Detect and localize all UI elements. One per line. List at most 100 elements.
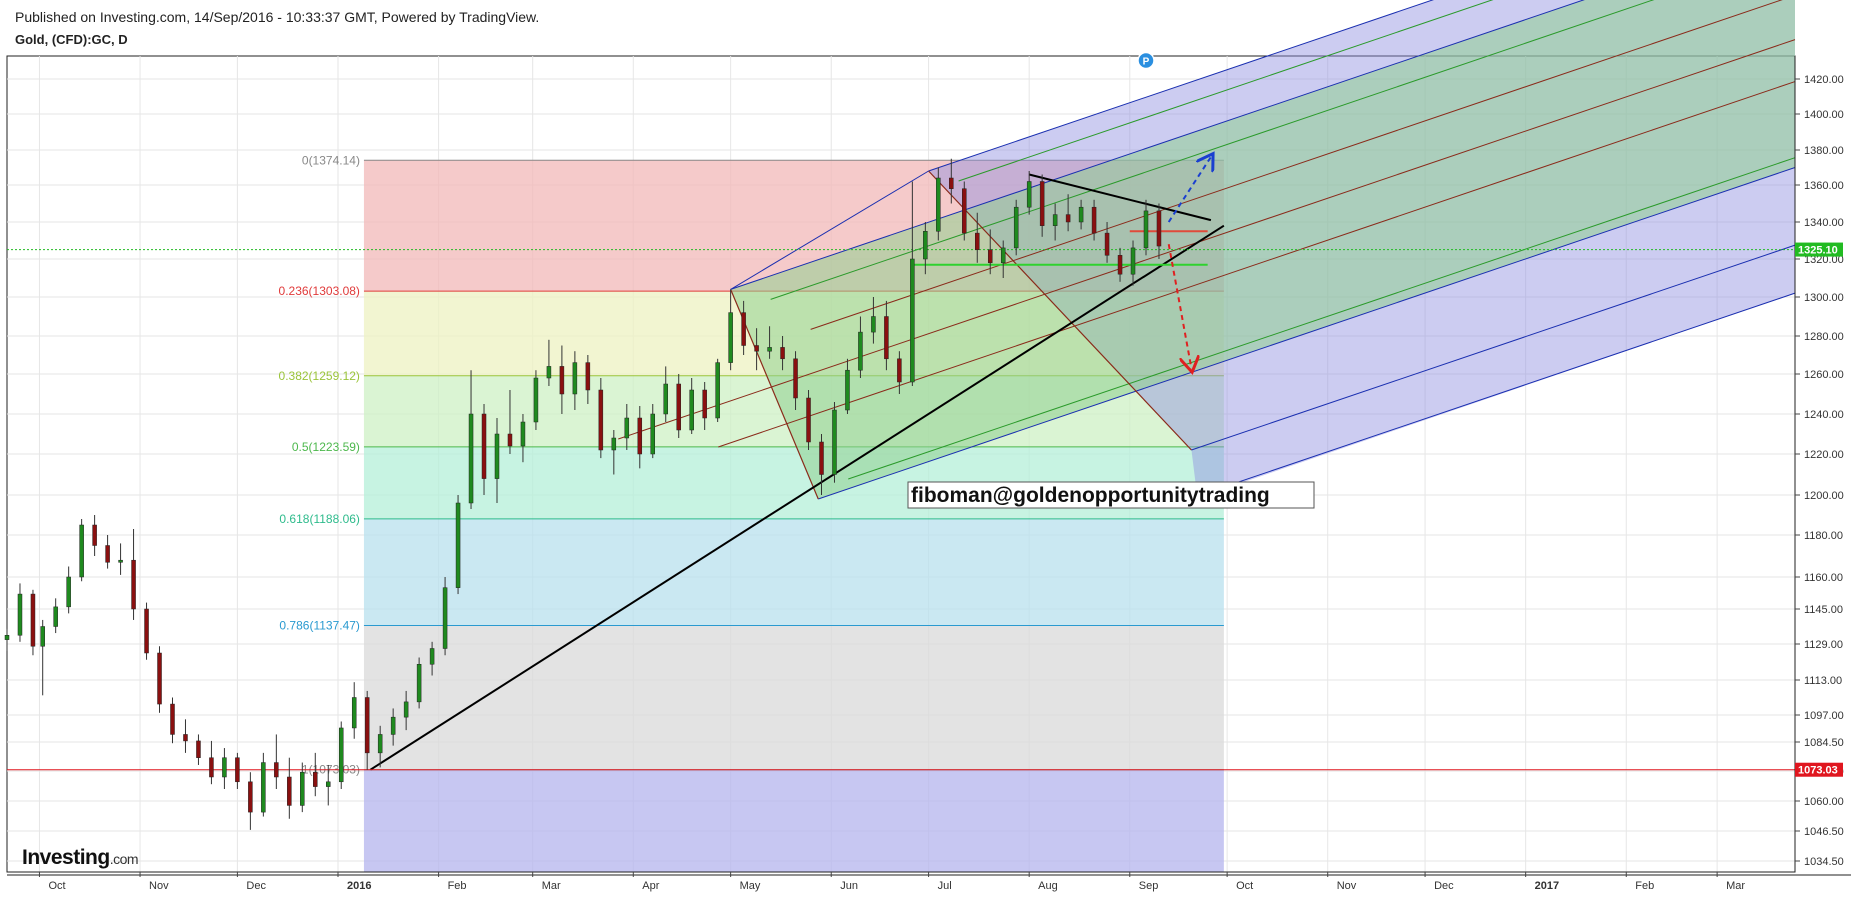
candle-body [663, 383, 668, 415]
fib-band [363, 625, 1224, 770]
y-tick-label: 1145.00 [1804, 604, 1843, 616]
fib-level-label: 0.786(1137.47) [279, 618, 360, 632]
candle-body [611, 437, 617, 451]
candle-body [520, 421, 526, 447]
candle-body [1000, 247, 1006, 264]
candle-body [1143, 210, 1149, 249]
candle-body [936, 177, 941, 232]
x-tick-label: Jun [840, 880, 858, 892]
candle-body [403, 701, 409, 718]
candle-body [183, 734, 188, 742]
y-tick-label: 1220.00 [1804, 449, 1844, 461]
candle-body [40, 626, 45, 647]
candle-body [676, 383, 681, 431]
candle-body [754, 345, 759, 352]
y-tick-label: 1180.00 [1804, 530, 1843, 542]
candle-body [1013, 206, 1019, 249]
candle-body [222, 757, 227, 778]
candle-body [559, 366, 565, 395]
candle-body [468, 413, 474, 504]
candle-body [131, 559, 136, 610]
candle-body [819, 441, 824, 475]
candle-body [326, 781, 331, 787]
candle-body [390, 716, 396, 735]
candle-body [832, 409, 837, 475]
x-tick-label: 2017 [1535, 880, 1559, 892]
y-tick-label: 1340.00 [1804, 217, 1844, 229]
candle-body [1104, 232, 1110, 256]
candle-body [767, 347, 772, 352]
candle-body [546, 366, 552, 379]
y-tick-label: 1084.50 [1804, 737, 1844, 749]
x-tick-label: Sep [1139, 880, 1159, 892]
x-tick-label: Aug [1038, 880, 1058, 892]
candle-body [442, 587, 448, 649]
candle-body [1039, 181, 1045, 226]
candle-body [624, 417, 630, 439]
candle-body [871, 316, 876, 333]
fib-level-label: 0.5(1223.59) [292, 440, 360, 454]
x-tick-label: Mar [542, 880, 561, 892]
y-tick-label: 1060.00 [1804, 796, 1844, 808]
y-tick-label: 1097.00 [1804, 710, 1844, 722]
candle-body [585, 362, 591, 391]
candle-body [196, 740, 201, 758]
candle-body [845, 369, 850, 411]
candle-body [793, 358, 798, 399]
fib-band [363, 518, 1224, 626]
y-tick-label: 1380.00 [1804, 145, 1844, 157]
x-tick-label: Oct [48, 880, 65, 892]
candle-body [923, 231, 928, 260]
candle-body [144, 608, 149, 654]
x-tick-label: Nov [1337, 880, 1357, 892]
y-tick-label: 1113.00 [1804, 675, 1842, 687]
candle-body [987, 249, 993, 264]
candle-body [157, 652, 162, 705]
candle-body [572, 362, 578, 395]
candle-body [1052, 214, 1058, 226]
candle-body [1156, 210, 1162, 247]
candle-body [351, 697, 357, 729]
candle-body [287, 776, 292, 806]
fib-level-label: 0(1374.14) [302, 153, 360, 167]
x-tick-label: Feb [1635, 880, 1654, 892]
x-tick-label: 2016 [347, 880, 371, 892]
candle-body [728, 312, 733, 363]
candle-body [4, 635, 10, 640]
candle-body [741, 312, 746, 346]
candle-body [650, 413, 656, 455]
candle-body [1130, 247, 1136, 275]
candle-body [53, 606, 58, 627]
x-tick-label: Nov [149, 880, 169, 892]
price-chart[interactable]: 0(1374.14) 0.236(1303.08) 0.382(1259.12) 0.… [0, 0, 1851, 900]
candle-body [1065, 214, 1071, 223]
candle-body [806, 397, 811, 443]
candle-body [429, 648, 435, 665]
x-tick-label: Apr [642, 880, 659, 892]
x-tick-label: Oct [1236, 880, 1253, 892]
candle-body [248, 781, 253, 813]
x-tick-label: Dec [1434, 880, 1454, 892]
candle-body [364, 697, 370, 754]
annotations: fiboman@goldenopportunitytrading [907, 481, 1315, 509]
candle-body [637, 417, 643, 455]
brand-suffix: .com [110, 851, 138, 867]
candle-body [481, 413, 487, 479]
fib-band [363, 769, 1224, 873]
candle-body [92, 524, 97, 546]
candle-body [170, 703, 175, 735]
y-tick-label: 1240.00 [1804, 409, 1844, 421]
candle-body [274, 762, 279, 778]
annotation-text: fiboman@goldenopportunitytrading [911, 484, 1270, 507]
y-tick-label: 1420.00 [1804, 74, 1844, 86]
candle-body [261, 762, 266, 813]
candle-body [416, 664, 422, 703]
y-tick-label: 1300.00 [1804, 292, 1844, 304]
candle-body [715, 362, 720, 419]
candle-body [105, 545, 110, 563]
y-tick-label: 1034.50 [1804, 856, 1844, 868]
y-tick-label: 1400.00 [1804, 109, 1844, 121]
candle-body [1078, 206, 1084, 223]
candle-body [455, 502, 461, 588]
brand-name: Investing [22, 846, 110, 869]
